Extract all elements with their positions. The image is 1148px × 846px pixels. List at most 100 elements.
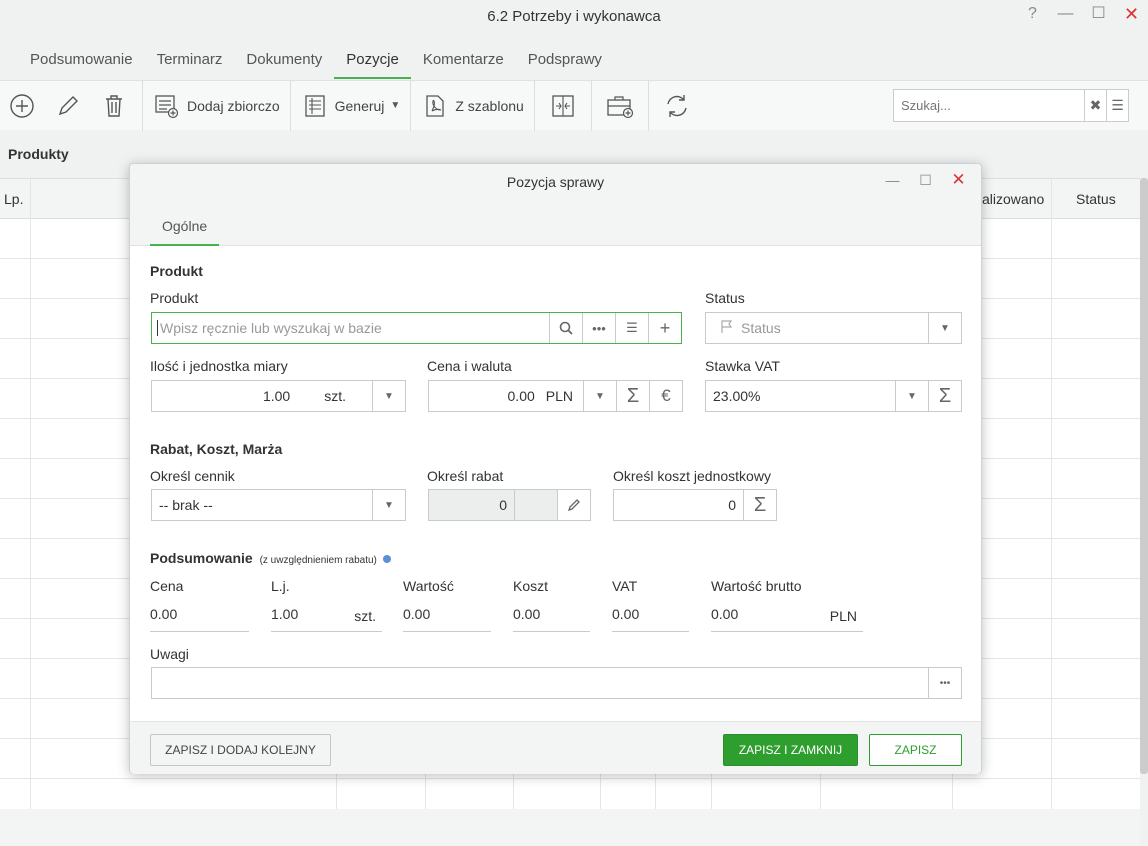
grid-header-status[interactable]: Status	[1076, 179, 1116, 219]
search-input[interactable]	[894, 90, 1084, 121]
tab-dokumenty[interactable]: Dokumenty	[234, 40, 334, 79]
unit-cost-label: Określ koszt jednostkowy	[613, 468, 771, 484]
pencil-icon[interactable]	[557, 490, 590, 520]
trash-icon[interactable]	[96, 88, 132, 124]
chevron-down-icon[interactable]: ▼	[372, 490, 405, 520]
summary-value-value: 0.00	[403, 606, 491, 632]
dialog-footer: ZAPISZ I DODAJ KOLEJNY ZAPISZ I ZAMKNIJ …	[130, 721, 981, 774]
pricelist-label: Określ cennik	[150, 468, 235, 484]
summary-gross-label: Wartość brutto	[711, 578, 802, 594]
qty-label: Ilość i jednostka miary	[150, 358, 288, 374]
discount-section-title: Rabat, Koszt, Marża	[150, 441, 283, 457]
sigma-icon[interactable]: Σ	[928, 381, 961, 411]
summary-cost-value: 0.00	[513, 606, 590, 632]
notes-field: •••	[151, 667, 962, 699]
section-title: Produkty	[8, 146, 69, 162]
chevron-down-icon[interactable]: ▼	[372, 381, 405, 411]
add-icon[interactable]	[4, 88, 40, 124]
summary-gross-value: 0.00 PLN	[711, 606, 863, 632]
tab-podsprawy[interactable]: Podsprawy	[516, 40, 614, 79]
qty-field: 1.00 szt. ▼	[151, 380, 406, 412]
list-add-icon	[153, 88, 181, 124]
grid-header-lp[interactable]: Lp.	[4, 179, 23, 219]
chevron-down-icon[interactable]: ▼	[895, 381, 928, 411]
summary-price-label: Cena	[150, 578, 184, 594]
add-bulk-button[interactable]: Dodaj zbiorczo	[143, 80, 291, 131]
price-label: Cena i waluta	[427, 358, 512, 374]
summary-note: (z uwzględnieniem rabatu)	[259, 555, 377, 566]
product-field: Wpisz ręcznie lub wyszukaj w bazie ••• ☰…	[151, 312, 682, 344]
dialog-header: Pozycja sprawy — ☐ ✕ Ogólne	[130, 164, 981, 246]
summary-qty-value: 1.00 szt.	[271, 606, 382, 632]
summary-cost-label: Koszt	[513, 578, 549, 594]
list-icon[interactable]: ☰	[615, 313, 648, 343]
more-icon[interactable]: •••	[928, 668, 961, 698]
save-and-add-button[interactable]: ZAPISZ I DODAJ KOLEJNY	[150, 734, 331, 766]
refresh-icon[interactable]	[659, 88, 695, 124]
chevron-down-icon[interactable]: ▼	[583, 381, 616, 411]
tab-general[interactable]: Ogólne	[150, 214, 220, 246]
edit-icon[interactable]	[50, 88, 86, 124]
split-icon[interactable]	[545, 88, 581, 124]
clear-icon[interactable]: ✖	[1084, 90, 1106, 121]
close-icon[interactable]: ✕	[942, 168, 975, 192]
grid-header-realized[interactable]: alizowano	[982, 179, 1044, 219]
vat-select[interactable]: 23.00%	[706, 388, 895, 404]
chevron-down-icon[interactable]: ▼	[928, 313, 961, 343]
euro-icon[interactable]: €	[649, 381, 682, 411]
product-label: Produkt	[150, 290, 199, 306]
search-icon[interactable]	[549, 313, 582, 343]
main-tabs: Podsumowanie Terminarz Dokumenty Pozycje…	[18, 40, 614, 80]
discount-label: Określ rabat	[427, 468, 504, 484]
product-section-title: Produkt	[150, 263, 203, 279]
more-icon[interactable]: •••	[582, 313, 615, 343]
window-titlebar: 6.2 Potrzeby i wykonawca ? — ☐ ✕	[0, 0, 1148, 36]
grid-footer	[0, 809, 1140, 846]
price-field: 0.00 PLN ▼ Σ €	[428, 380, 683, 412]
tab-komentarze[interactable]: Komentarze	[411, 40, 516, 79]
unit-cost-field: 0 Σ	[613, 489, 777, 521]
product-input[interactable]: Wpisz ręcznie lub wyszukaj w bazie	[157, 320, 549, 336]
discount-input: 0	[499, 497, 507, 513]
summary-vat-value: 0.00	[612, 606, 689, 632]
summary-qty-label: L.j.	[271, 578, 290, 594]
tab-terminarz[interactable]: Terminarz	[145, 40, 235, 79]
pricelist-select[interactable]: -- brak --	[152, 497, 372, 513]
position-dialog: Pozycja sprawy — ☐ ✕ Ogólne Produkt Prod…	[129, 163, 982, 774]
save-button[interactable]: ZAPISZ	[869, 734, 962, 766]
status-select[interactable]: Status	[734, 320, 928, 336]
vat-field: 23.00% ▼ Σ	[705, 380, 962, 412]
info-icon[interactable]	[382, 555, 391, 564]
status-label: Status	[705, 290, 745, 306]
minimize-icon[interactable]: —	[876, 168, 909, 192]
save-and-close-button[interactable]: ZAPISZ I ZAMKNIJ	[723, 734, 858, 766]
help-icon[interactable]: ?	[1016, 0, 1049, 30]
search-box: ✖ ☰	[893, 89, 1129, 122]
sigma-icon[interactable]: Σ	[743, 490, 776, 520]
add-bulk-label: Dodaj zbiorczo	[187, 97, 280, 114]
plus-icon[interactable]: +	[648, 313, 681, 343]
maximize-icon[interactable]: ☐	[1082, 0, 1115, 30]
price-input[interactable]: 0.00	[429, 388, 542, 404]
maximize-icon[interactable]: ☐	[909, 168, 942, 192]
from-template-button[interactable]: Z szablonu	[411, 80, 535, 131]
qty-input[interactable]: 1.00	[152, 388, 320, 404]
discount-field: 0	[428, 489, 591, 521]
flag-icon	[720, 319, 734, 337]
menu-icon[interactable]: ☰	[1106, 90, 1128, 121]
from-template-label: Z szablonu	[455, 97, 524, 114]
sigma-icon[interactable]: Σ	[616, 381, 649, 411]
minimize-icon[interactable]: —	[1049, 0, 1082, 30]
summary-section-title: Podsumowanie (z uwzględnieniem rabatu)	[150, 550, 391, 566]
tab-pozycje[interactable]: Pozycje	[334, 40, 411, 79]
briefcase-add-icon[interactable]	[602, 88, 638, 124]
grid-scrollbar[interactable]	[1140, 178, 1148, 774]
tab-podsumowanie[interactable]: Podsumowanie	[18, 40, 145, 79]
document-list-icon	[301, 88, 329, 124]
unit-cost-input[interactable]: 0	[614, 497, 743, 513]
dialog-title: Pozycja sprawy	[506, 174, 605, 190]
generate-button[interactable]: Generuj ▼	[291, 80, 412, 131]
price-currency: PLN	[545, 388, 573, 404]
close-icon[interactable]: ✕	[1115, 0, 1148, 30]
summary-price-value: 0.00	[150, 606, 249, 632]
